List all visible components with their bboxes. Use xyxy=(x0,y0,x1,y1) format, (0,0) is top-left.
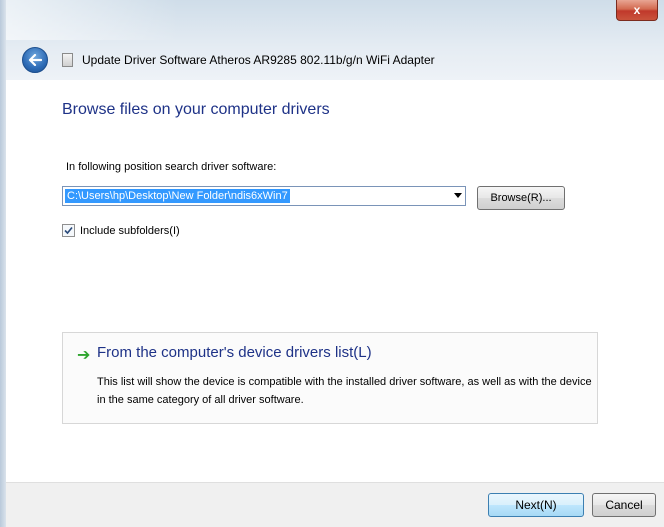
close-button[interactable]: x xyxy=(616,0,658,21)
cancel-button[interactable]: Cancel xyxy=(592,493,656,517)
include-subfolders-label[interactable]: Include subfolders(I) xyxy=(80,225,180,237)
next-button[interactable]: Next(N) xyxy=(488,493,584,517)
browse-button[interactable]: Browse(R)... xyxy=(477,186,565,210)
update-driver-window: x Update Driver Software Atheros AR9285 … xyxy=(0,0,664,527)
window-frame-left xyxy=(0,0,6,527)
path-combobox[interactable]: C:\Users\hp\Desktop\New Folder\ndis6xWin… xyxy=(62,186,466,206)
option-title[interactable]: From the computer's device drivers list(… xyxy=(97,344,372,361)
device-list-option[interactable]: ➔ From the computer's device drivers lis… xyxy=(62,332,598,424)
option-description: This list will show the device is compat… xyxy=(97,376,592,406)
back-arrow-icon xyxy=(28,54,42,66)
back-button[interactable] xyxy=(22,47,48,73)
content-area: Browse files on your computer drivers In… xyxy=(0,80,664,464)
search-location-label: In following position search driver soft… xyxy=(66,161,277,173)
title-bar: x Update Driver Software Atheros AR9285 … xyxy=(0,0,664,80)
background-ghost xyxy=(0,0,180,40)
checkmark-icon xyxy=(64,226,73,235)
device-icon xyxy=(62,53,73,67)
window-title: Update Driver Software Atheros AR9285 80… xyxy=(82,53,435,67)
page-heading: Browse files on your computer drivers xyxy=(62,101,330,118)
chevron-down-icon[interactable] xyxy=(454,193,462,198)
path-value[interactable]: C:\Users\hp\Desktop\New Folder\ndis6xWin… xyxy=(65,189,290,203)
include-subfolders-checkbox[interactable] xyxy=(62,224,75,237)
green-arrow-icon: ➔ xyxy=(77,347,91,364)
button-bar: Next(N) Cancel xyxy=(0,482,664,527)
close-icon: x xyxy=(633,3,641,17)
navigation-row: Update Driver Software Atheros AR9285 80… xyxy=(22,47,435,73)
include-subfolders-row[interactable]: Include subfolders(I) xyxy=(62,224,180,237)
